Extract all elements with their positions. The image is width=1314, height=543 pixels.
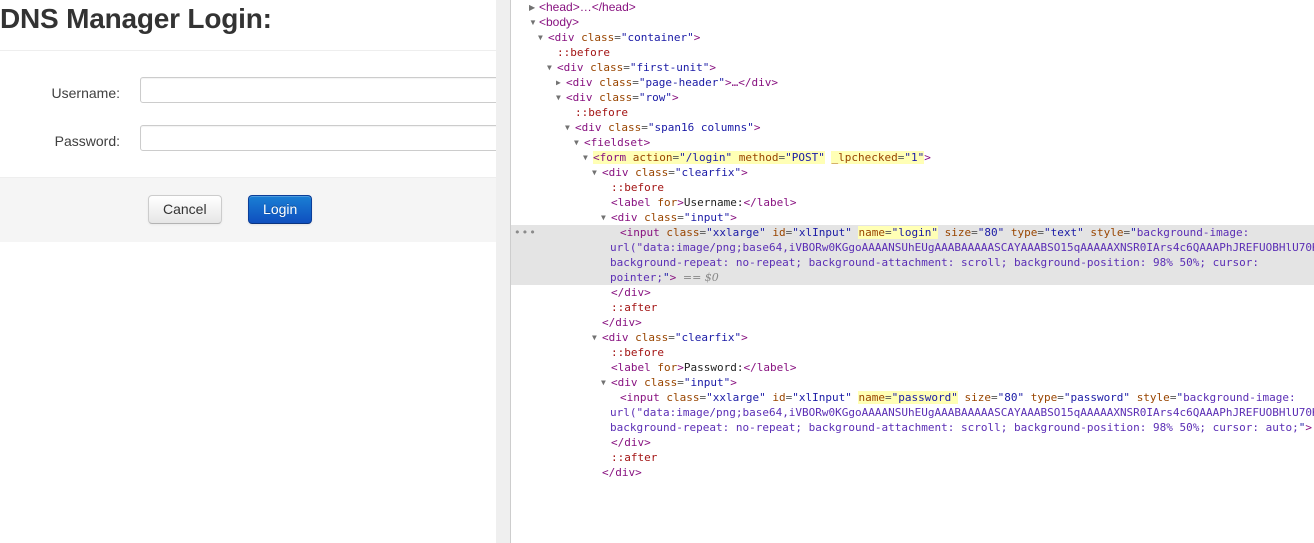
dom-tree-node[interactable]: ▼ <body>: [511, 15, 1314, 30]
login-form: Username: Password: Cancel Login: [0, 51, 496, 242]
disclosure-triangle-expanded[interactable]: ▼: [601, 375, 611, 390]
password-input[interactable]: [140, 125, 496, 151]
login-button[interactable]: Login: [248, 195, 313, 224]
page-title: DNS Manager Login:: [0, 3, 272, 34]
form-actions: Cancel Login: [0, 177, 496, 242]
field-row-password: Password:: [0, 107, 496, 155]
dom-tree-node[interactable]: </div>: [511, 435, 1314, 450]
dom-tree-node[interactable]: ▼ <div class="input">: [511, 375, 1314, 390]
dom-tree-node[interactable]: <label for>Password:</label>: [511, 360, 1314, 375]
dom-tree-node[interactable]: ::after: [511, 450, 1314, 465]
dom-tree-node[interactable]: ▼ <div class="first-unit">: [511, 60, 1314, 75]
dom-tree-node[interactable]: ▶ <div class="page-header">…</div>: [511, 75, 1314, 90]
dom-tree-node[interactable]: ▼ <div class="clearfix">: [511, 330, 1314, 345]
username-input-holder: [140, 77, 496, 103]
dom-tree-node[interactable]: ::before: [511, 45, 1314, 60]
disclosure-triangle-expanded[interactable]: ▼: [556, 90, 566, 105]
username-label: Username:: [51, 85, 120, 101]
dom-tree-node[interactable]: ▼ <div class="clearfix">: [511, 165, 1314, 180]
dom-tree-node[interactable]: ▼ <div class="container">: [511, 30, 1314, 45]
dom-node-form[interactable]: ▼ <form action="/login" method="POST" _lp…: [511, 150, 1314, 165]
dom-tree-node[interactable]: ::before: [511, 345, 1314, 360]
disclosure-triangle-expanded[interactable]: ▼: [565, 120, 575, 135]
dom-tree-node[interactable]: ::before: [511, 105, 1314, 120]
dom-tree-node[interactable]: <label for>Username:</label>: [511, 195, 1314, 210]
field-row-username: Username:: [0, 51, 496, 107]
dom-tree-node[interactable]: ▶ <head>…</head>: [511, 0, 1314, 15]
disclosure-triangle-expanded[interactable]: ▼: [547, 60, 557, 75]
pane-divider[interactable]: [496, 0, 511, 543]
browser-page-viewport: DNS Manager Login: Username: Password: C…: [0, 0, 496, 543]
disclosure-triangle-expanded[interactable]: ▼: [592, 330, 602, 345]
password-label: Password:: [54, 133, 120, 149]
screenshot-root: DNS Manager Login: Username: Password: C…: [0, 0, 1314, 543]
dom-tree-node[interactable]: ▼ <div class="input">: [511, 210, 1314, 225]
dom-tree-node[interactable]: ▼ <fieldset>: [511, 135, 1314, 150]
disclosure-triangle-collapsed[interactable]: ▶: [556, 75, 566, 90]
page-header: DNS Manager Login:: [0, 2, 496, 51]
disclosure-triangle-expanded[interactable]: ▼: [574, 135, 584, 150]
username-input[interactable]: [140, 77, 496, 103]
dom-tree-node[interactable]: </div>: [511, 465, 1314, 480]
dom-node-input-password[interactable]: <input class="xxlarge" id="xlInput" name…: [511, 390, 1314, 435]
dom-tree-node[interactable]: ::before: [511, 180, 1314, 195]
disclosure-triangle-expanded[interactable]: ▼: [538, 30, 548, 45]
disclosure-triangle-expanded[interactable]: ▼: [601, 210, 611, 225]
dom-tree-node[interactable]: </div>: [511, 285, 1314, 300]
selected-node-marker: •••: [514, 226, 537, 239]
dom-tree-node[interactable]: ▼ <div class="span16 columns">: [511, 120, 1314, 135]
page-container: DNS Manager Login: Username: Password: C…: [0, 2, 496, 242]
disclosure-triangle-expanded[interactable]: ▼: [529, 15, 539, 30]
dom-node-input-login[interactable]: ••• <input class="xxlarge" id="xlInput" …: [511, 225, 1314, 285]
devtools-elements-tree[interactable]: ▶ <head>…</head> ▼ <body> ▼ <div class="conta…: [511, 0, 1314, 543]
disclosure-triangle-expanded[interactable]: ▼: [583, 150, 593, 165]
cancel-button[interactable]: Cancel: [148, 195, 222, 224]
dom-tree-node[interactable]: ::after: [511, 300, 1314, 315]
disclosure-triangle-expanded[interactable]: ▼: [592, 165, 602, 180]
disclosure-triangle-collapsed[interactable]: ▶: [529, 0, 539, 15]
dom-tree-node[interactable]: ▼ <div class="row">: [511, 90, 1314, 105]
dom-tree-node[interactable]: </div>: [511, 315, 1314, 330]
password-input-holder: [140, 125, 496, 151]
